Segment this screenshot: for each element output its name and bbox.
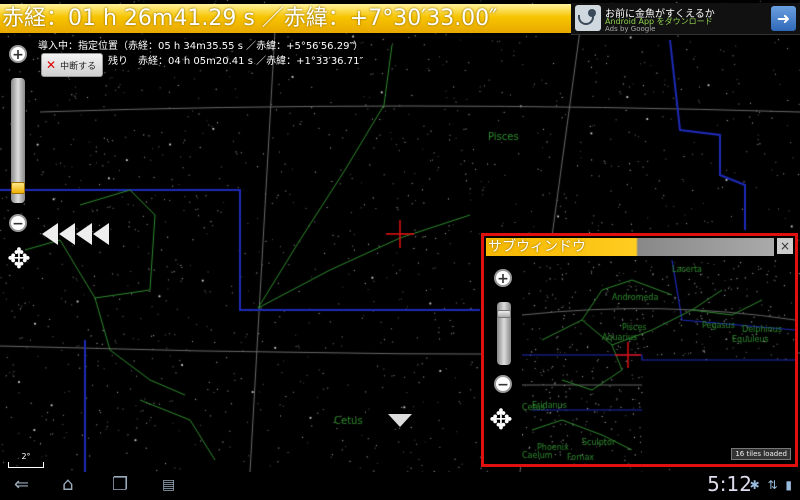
rewind-chevron-icon (93, 223, 109, 245)
sub-pan-move-icon[interactable]: ✥ (486, 406, 516, 436)
coordinate-readout: 赤経：01 h 26m41.29 s ／赤緯：+7°30′33.00″ (0, 4, 571, 33)
menu-icon[interactable]: ▤ (162, 477, 175, 493)
sub-zoom-slider-thumb[interactable] (497, 310, 511, 319)
stop-label: 中断する (60, 61, 97, 72)
recent-apps-icon[interactable]: ❐ (112, 474, 128, 495)
rewind-chevron-icon (76, 223, 92, 245)
sub-window[interactable]: サブウィンドウ × + − ✥ 16 tiles loaded (481, 233, 798, 467)
status-icons: ✱ ⇅ ▮ (749, 478, 794, 492)
pan-move-icon[interactable]: ✥ (4, 245, 34, 275)
ad-attribution: Ads by Google (605, 25, 656, 33)
close-icon: ✕ (46, 58, 57, 72)
zoom-slider[interactable] (11, 78, 25, 203)
scale-label: 2° (21, 452, 31, 461)
stop-button[interactable]: ✕ 中断する (41, 53, 103, 77)
sub-star-map-canvas[interactable] (522, 260, 795, 464)
satellite-dish-icon (575, 5, 601, 31)
guidance-target: 導入中：指定位置（赤経：05 h 34m35.55 s ／赤緯：+5°56′56… (38, 41, 364, 52)
system-navigation-bar: ⇐ ⌂ ❐ ▤ 5:12 ✱ ⇅ ▮ (0, 472, 800, 500)
rewind-chevron-icon (42, 223, 58, 245)
sub-window-close-button[interactable]: × (777, 238, 793, 254)
home-icon[interactable]: ⌂ (62, 474, 73, 495)
ad-banner[interactable]: お前に金魚がすくえるか Android App をダウンロード Ads by G… (571, 3, 800, 35)
sub-zoom-slider[interactable] (497, 302, 511, 365)
zoom-in-icon[interactable]: + (9, 45, 27, 63)
sub-window-title[interactable]: サブウィンドウ (486, 238, 774, 256)
sub-zoom-out-icon[interactable]: − (494, 375, 512, 393)
arrow-right-icon[interactable]: ➜ (771, 6, 796, 31)
scale-bar-line (8, 462, 44, 468)
zoom-slider-thumb[interactable] (11, 181, 25, 194)
clock: 5:12 (707, 472, 752, 496)
back-icon[interactable]: ⇐ (14, 474, 29, 495)
expand-down-icon[interactable] (388, 414, 412, 427)
rewind-button[interactable] (42, 223, 110, 245)
rewind-chevron-icon (59, 223, 75, 245)
sub-zoom-in-icon[interactable]: + (494, 269, 512, 287)
scale-bar: 2° (8, 452, 44, 468)
tiles-status: 16 tiles loaded (731, 448, 791, 460)
zoom-out-icon[interactable]: − (9, 214, 27, 232)
